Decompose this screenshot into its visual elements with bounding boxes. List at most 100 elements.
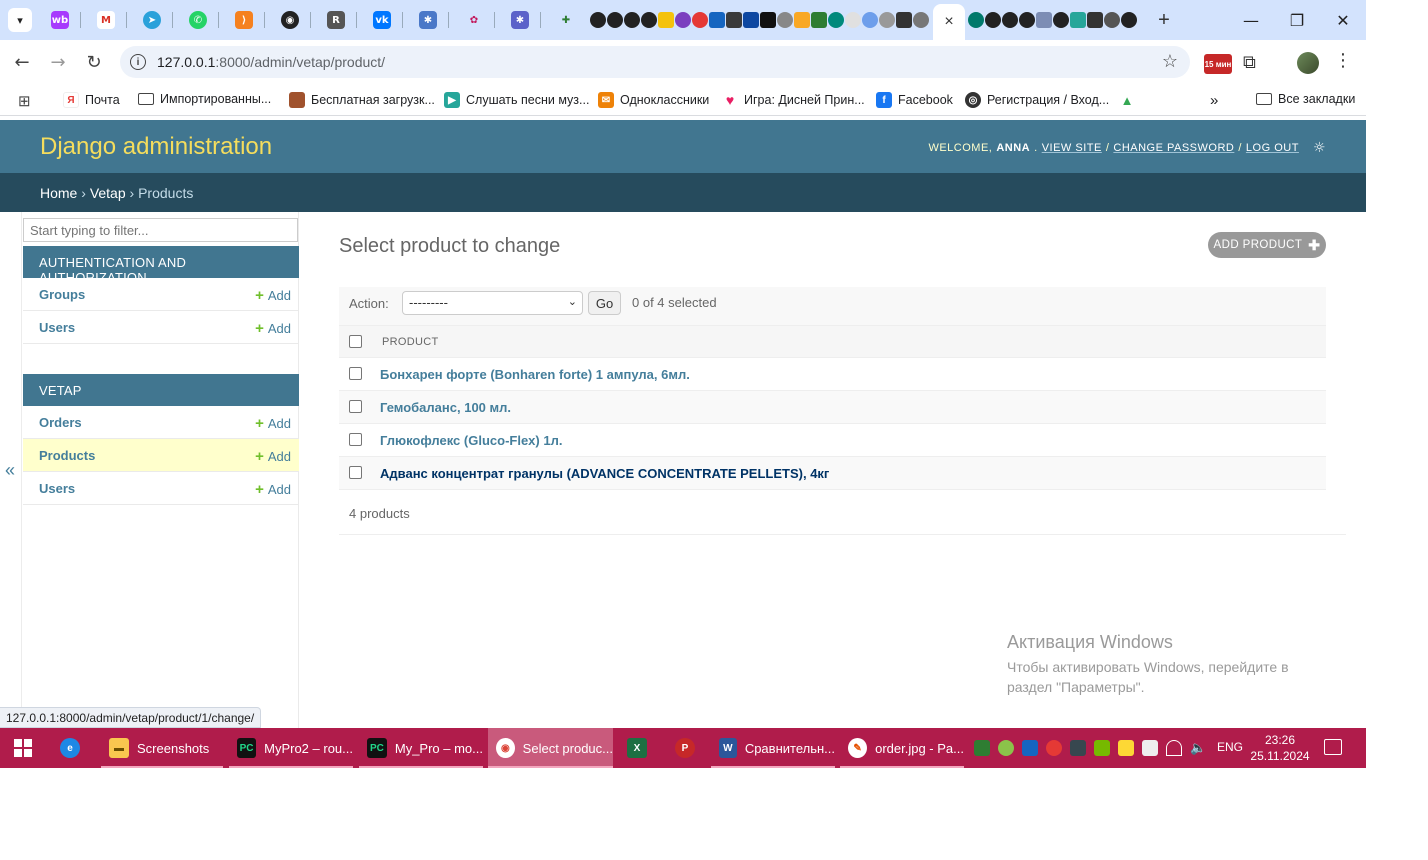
google-drive-bookmark[interactable]: ▲: [1119, 92, 1135, 108]
app-tab-icon[interactable]: [709, 12, 725, 28]
flower-tab-icon[interactable]: ✿: [465, 11, 483, 29]
gmail-tab-icon[interactable]: M: [97, 11, 115, 29]
product-link[interactable]: Гемобаланс, 100 мл.: [380, 400, 511, 415]
site-info-icon[interactable]: i: [130, 54, 146, 70]
bookmarks-more-button[interactable]: »: [1210, 92, 1218, 109]
telegram-tab-icon[interactable]: ➤: [143, 11, 161, 29]
puzzle-tab-icon[interactable]: ✚: [557, 11, 575, 29]
bookmark-folder[interactable]: Импортированны...: [138, 92, 271, 106]
app-tab-icon[interactable]: [1070, 12, 1086, 28]
add-product-button[interactable]: ADD PRODUCT ✚: [1208, 232, 1326, 258]
language-indicator[interactable]: ENG: [1217, 740, 1243, 754]
github-tab-icon[interactable]: [985, 12, 1001, 28]
notification-center-icon[interactable]: [1324, 739, 1342, 755]
taskbar-clock[interactable]: 23:26 25.11.2024: [1248, 732, 1312, 764]
app-tab-icon[interactable]: ✱: [419, 11, 437, 29]
github-tab-icon[interactable]: [1053, 12, 1069, 28]
bookmark-item[interactable]: ✉ Одноклассники: [598, 92, 709, 108]
column-header-product[interactable]: PRODUCT: [382, 336, 439, 348]
taskbar-app-chrome[interactable]: ◉ Select produc...: [488, 728, 613, 768]
x-tab-icon[interactable]: [896, 12, 912, 28]
opera-tray-icon[interactable]: [1046, 740, 1062, 756]
breadcrumb-home[interactable]: Home: [40, 185, 77, 201]
go-button[interactable]: Go: [588, 291, 621, 315]
module-caption-auth[interactable]: AUTHENTICATION AND AUTHORIZATION: [23, 246, 299, 285]
sidebar-item-label[interactable]: Users: [39, 481, 75, 496]
back-arrow-icon[interactable]: ←: [10, 50, 34, 74]
product-link[interactable]: Адванс концентрат гранулы (ADVANCE CONCE…: [380, 466, 829, 481]
windows-start-icon[interactable]: [14, 739, 32, 757]
app-tab-icon[interactable]: [879, 12, 895, 28]
app-tray-icon[interactable]: [1070, 740, 1086, 756]
vk-tab-icon[interactable]: vk: [373, 11, 391, 29]
view-site-link[interactable]: VIEW SITE: [1042, 142, 1102, 154]
bookmark-item[interactable]: Бесплатная загрузк...: [289, 92, 435, 108]
app-tab-icon[interactable]: [913, 12, 929, 28]
taskbar-app-pycharm-2[interactable]: PC My_Pro – mo...: [359, 728, 483, 768]
app-tab-icon[interactable]: [794, 12, 810, 28]
forward-arrow-icon[interactable]: →: [46, 50, 70, 74]
minimize-button[interactable]: —: [1228, 6, 1274, 34]
timer-extension-icon[interactable]: 15 мин: [1204, 54, 1232, 74]
bookmark-item[interactable]: f Facebook: [876, 92, 953, 108]
github-tab-icon[interactable]: ◉: [281, 11, 299, 29]
security-tray-icon[interactable]: [1118, 740, 1134, 756]
app-tab-icon[interactable]: [726, 12, 742, 28]
github-tab-icon[interactable]: [1019, 12, 1035, 28]
bookmark-star-icon[interactable]: ☆: [1162, 51, 1178, 72]
breadcrumb-app[interactable]: Vetap: [90, 185, 126, 201]
product-link[interactable]: Глюкофлекс (Gluco-Flex) 1л.: [380, 433, 562, 448]
bookmark-item[interactable]: Я Почта: [63, 92, 120, 108]
profile-avatar[interactable]: [1297, 52, 1319, 74]
app-tray-icon[interactable]: [998, 740, 1014, 756]
taskbar-app-word[interactable]: W Сравнительн...: [711, 728, 835, 768]
sidebar-item-label[interactable]: Groups: [39, 287, 85, 302]
apps-grid-icon[interactable]: ⊞: [18, 92, 31, 110]
add-users-link[interactable]: + Add: [255, 320, 291, 337]
close-window-button[interactable]: ✕: [1320, 6, 1366, 34]
maximize-button[interactable]: ❐: [1274, 6, 1320, 34]
add-products-link[interactable]: + Add: [255, 448, 291, 465]
medium-tab-icon[interactable]: [760, 12, 776, 28]
sidebar-item-orders[interactable]: Orders + Add: [23, 406, 299, 439]
whatsapp-tab-icon[interactable]: ✆: [189, 11, 207, 29]
log-out-link[interactable]: LOG OUT: [1246, 142, 1299, 154]
psiphon-taskbar-icon[interactable]: P: [667, 728, 711, 768]
edge-taskbar-icon[interactable]: e: [52, 728, 96, 768]
action-select[interactable]: --------- ⌄: [402, 291, 583, 315]
sidebar-item-label[interactable]: Products: [39, 448, 95, 463]
app-tab-icon[interactable]: [1104, 12, 1120, 28]
tab-search-button[interactable]: ▾: [8, 8, 32, 32]
battery-icon[interactable]: [1142, 740, 1158, 756]
nav-filter-input[interactable]: [23, 218, 298, 242]
app-tab-icon[interactable]: ✱: [511, 11, 529, 29]
app-tab-icon[interactable]: [1036, 12, 1052, 28]
bookmark-item[interactable]: ♥ Игра: Дисней Прин...: [722, 92, 865, 108]
row-checkbox[interactable]: [349, 400, 362, 413]
kaspersky-tray-icon[interactable]: [974, 740, 990, 756]
github-tab-icon[interactable]: [1121, 12, 1137, 28]
app-tab-icon[interactable]: [658, 12, 674, 28]
app-tab-icon[interactable]: [777, 12, 793, 28]
app-tab-icon[interactable]: R: [327, 11, 345, 29]
url-text[interactable]: 127.0.0.1:8000/admin/vetap/product/: [157, 54, 385, 70]
browser-menu-icon[interactable]: ⋮: [1334, 50, 1352, 71]
bluetooth-icon[interactable]: [1022, 740, 1038, 756]
github-tab-icon[interactable]: [624, 12, 640, 28]
x-tab-icon[interactable]: [1087, 12, 1103, 28]
app-tab-icon[interactable]: [862, 12, 878, 28]
github-tab-icon[interactable]: [590, 12, 606, 28]
app-tab-icon[interactable]: [743, 12, 759, 28]
excel-taskbar-icon[interactable]: X: [619, 728, 663, 768]
new-tab-button[interactable]: +: [1152, 8, 1176, 32]
github-tab-icon[interactable]: [607, 12, 623, 28]
toggle-nav-sidebar[interactable]: «: [0, 212, 22, 728]
reload-icon[interactable]: ↻: [82, 50, 106, 74]
sidebar-item-products[interactable]: Products + Add: [23, 439, 299, 472]
app-tab-icon[interactable]: [828, 12, 844, 28]
wifi-icon[interactable]: [1166, 740, 1182, 756]
app-tab-icon[interactable]: [845, 12, 861, 28]
all-bookmarks-folder[interactable]: Все закладки: [1256, 92, 1355, 106]
add-groups-link[interactable]: + Add: [255, 287, 291, 304]
extensions-puzzle-icon[interactable]: ⧉: [1243, 52, 1256, 73]
